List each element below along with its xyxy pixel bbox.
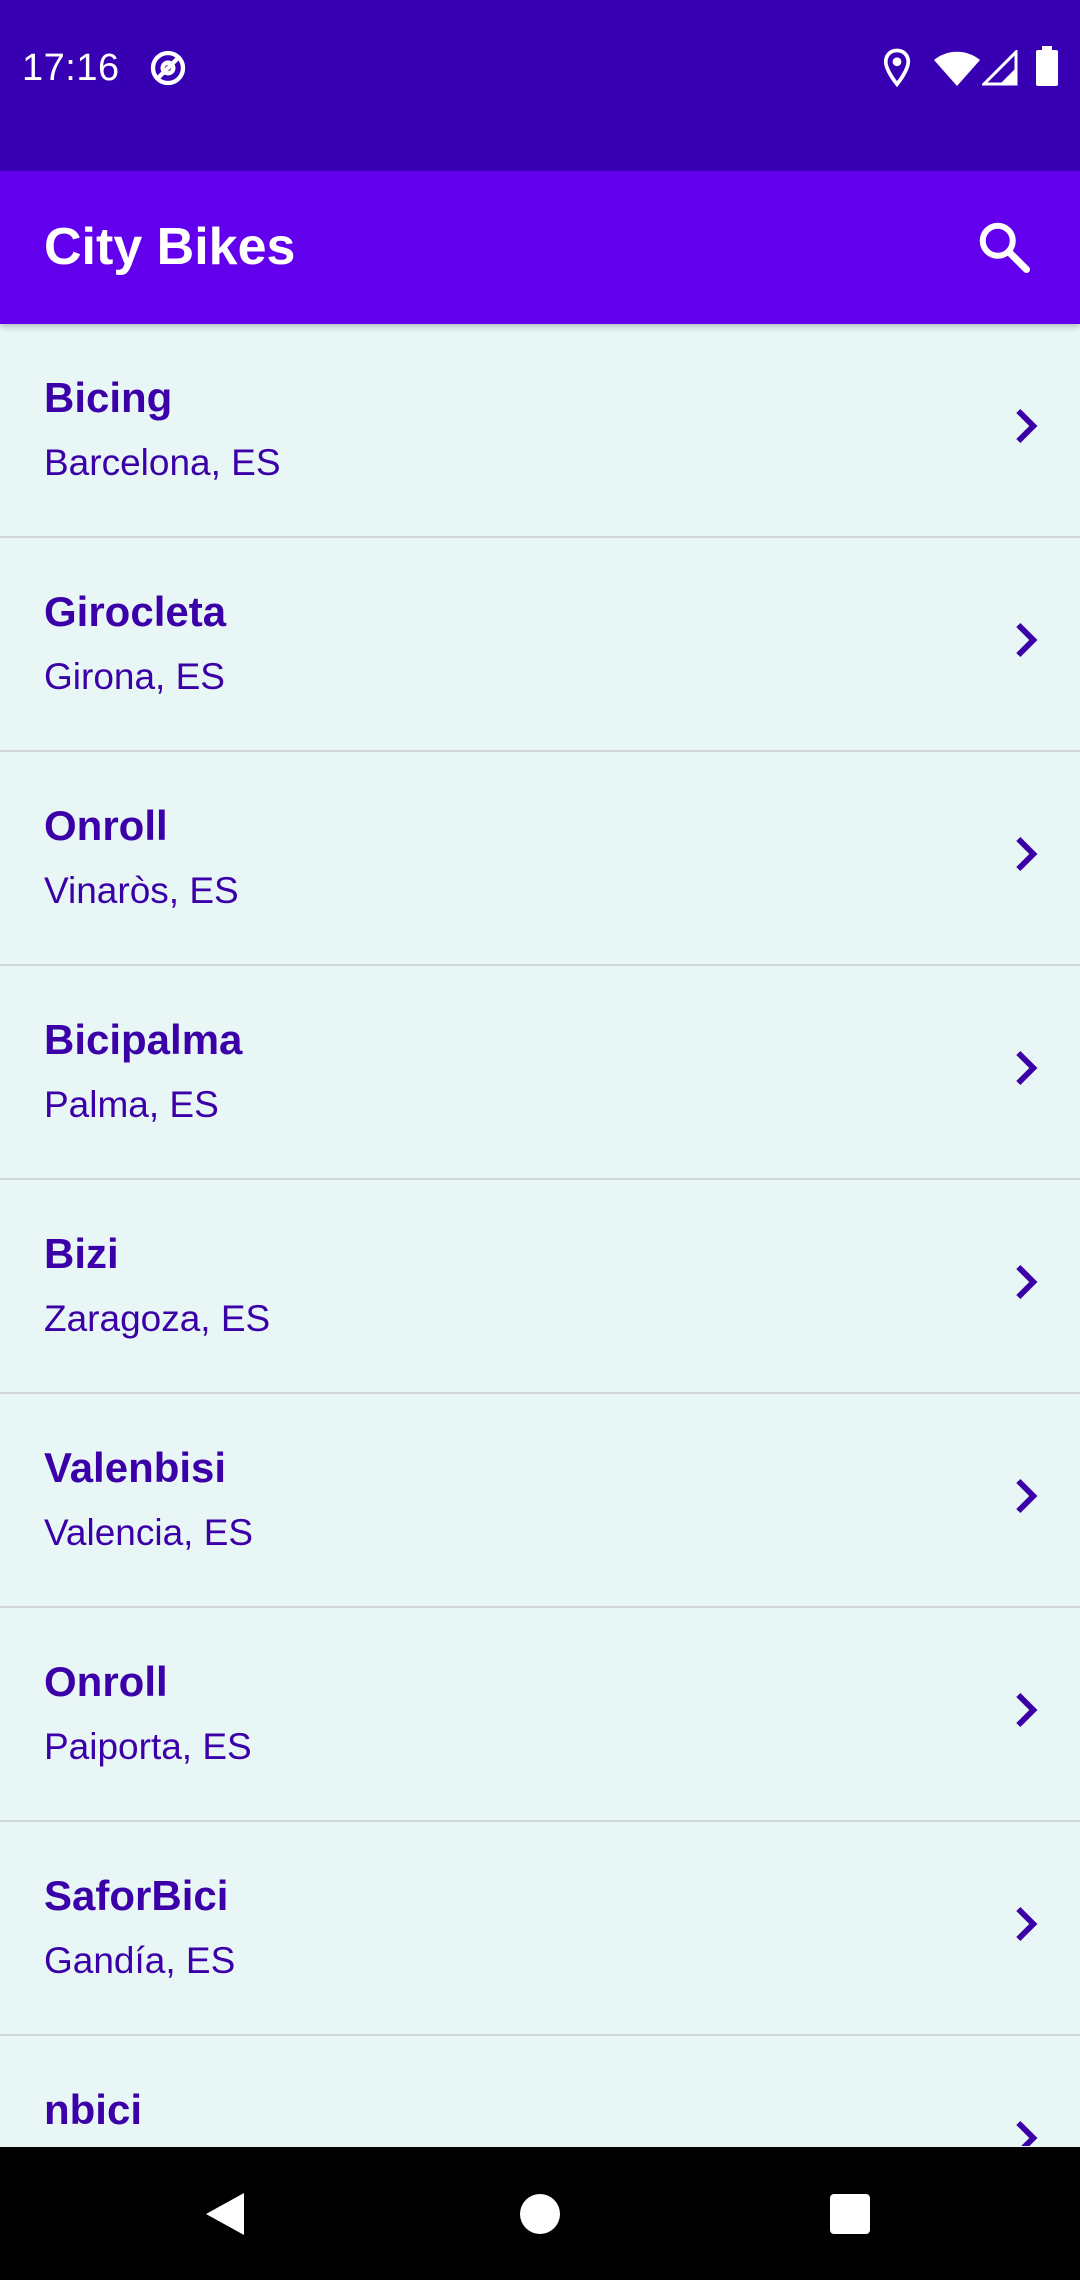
list-item[interactable]: Girocleta Girona, ES xyxy=(0,538,1080,752)
network-location: Gandía, ES xyxy=(44,1940,236,1981)
app-bar: City Bikes xyxy=(0,171,1080,324)
network-location: Vinaròs, ES xyxy=(44,870,239,911)
list-item[interactable]: Bicing Barcelona, ES xyxy=(0,324,1080,538)
network-name: Bicing xyxy=(44,374,173,421)
list-item[interactable]: nbici xyxy=(0,2036,1080,2146)
list-item[interactable]: Bizi Zaragoza, ES xyxy=(0,1180,1080,1394)
cell-signal-icon xyxy=(982,50,1018,86)
network-name: Girocleta xyxy=(44,588,227,635)
status-time: 17:16 xyxy=(22,47,120,89)
home-icon[interactable] xyxy=(519,2193,561,2235)
list-item[interactable]: Bicipalma Palma, ES xyxy=(0,966,1080,1180)
network-name: Bizi xyxy=(44,1230,119,1277)
chevron-right-icon xyxy=(1016,1478,1038,1514)
network-list[interactable]: Bicing Barcelona, ES Girocleta Girona, E… xyxy=(0,324,1080,2146)
network-location: Valencia, ES xyxy=(44,1512,254,1553)
network-location: Palma, ES xyxy=(44,1084,219,1125)
network-name: nbici xyxy=(44,2086,143,2133)
chevron-right-icon xyxy=(1016,1692,1038,1728)
list-item[interactable]: Onroll Paiporta, ES xyxy=(0,1608,1080,1822)
network-location: Paiporta, ES xyxy=(44,1726,252,1767)
list-item[interactable]: SaforBici Gandía, ES xyxy=(0,1822,1080,2036)
network-name: Bicipalma xyxy=(44,1016,243,1063)
chevron-right-icon xyxy=(1016,1264,1038,1300)
network-name: Onroll xyxy=(44,1658,168,1705)
network-name: Onroll xyxy=(44,802,168,849)
status-bar: 17:16 xyxy=(0,0,1080,171)
navigation-bar xyxy=(0,2147,1080,2280)
chevron-right-icon xyxy=(1016,622,1038,658)
network-location: Barcelona, ES xyxy=(44,442,281,483)
search-button[interactable] xyxy=(974,217,1034,277)
wifi-icon xyxy=(934,51,980,86)
chevron-right-icon xyxy=(1016,836,1038,872)
chevron-right-icon xyxy=(1016,2120,1038,2146)
location-pin-icon xyxy=(883,48,911,88)
network-name: SaforBici xyxy=(44,1872,229,1919)
list-item[interactable]: Valenbisi Valencia, ES xyxy=(0,1394,1080,1608)
network-location: Girona, ES xyxy=(44,656,225,697)
at-sign-icon xyxy=(150,50,186,86)
chevron-right-icon xyxy=(1016,1050,1038,1086)
chevron-right-icon xyxy=(1016,1906,1038,1942)
chevron-right-icon xyxy=(1016,408,1038,444)
battery-icon xyxy=(1036,46,1058,86)
app-title: City Bikes xyxy=(44,218,296,276)
network-name: Valenbisi xyxy=(44,1444,227,1491)
network-location: Zaragoza, ES xyxy=(44,1298,271,1339)
recents-icon[interactable] xyxy=(829,2193,871,2235)
search-icon xyxy=(979,222,1030,273)
back-icon[interactable] xyxy=(204,2191,246,2237)
list-item[interactable]: Onroll Vinaròs, ES xyxy=(0,752,1080,966)
